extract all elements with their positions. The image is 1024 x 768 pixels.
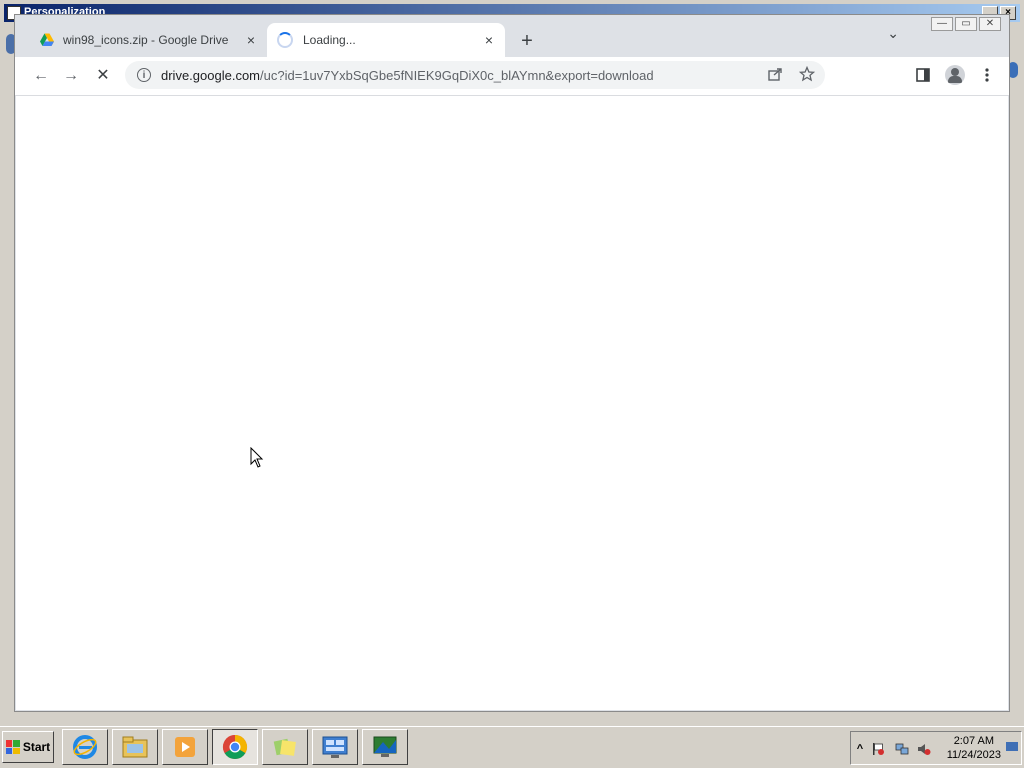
start-button[interactable]: Start (2, 731, 54, 763)
personalization-button[interactable] (362, 729, 408, 765)
clock-time: 2:07 AM (953, 735, 995, 747)
google-drive-icon (40, 33, 54, 46)
tab-strip: win98_icons.zip - Google Drive × Loading… (15, 23, 1009, 57)
clock[interactable]: 2:07 AM 11/24/2023 (947, 734, 1001, 762)
chrome-icon (222, 735, 248, 760)
media-player-button[interactable] (162, 729, 208, 765)
folder-icon (122, 736, 148, 758)
bookmark-star-icon[interactable] (799, 66, 815, 82)
sticky-notes-icon (273, 738, 296, 756)
url-text[interactable]: drive.google.com/uc?id=1uv7YxbSqGbe5fNIE… (161, 68, 654, 83)
tab-close-icon[interactable]: × (243, 32, 259, 48)
browser-window: — ▭ ✕ win98_icons.zip - Google Drive × L… (14, 14, 1010, 712)
taskbar: Start ^ 2:07 AM 11/24/2023 (0, 726, 1024, 768)
back-button[interactable]: ← (31, 66, 51, 86)
clock-date: 11/24/2023 (946, 749, 1001, 761)
url-path: /uc?id=1uv7YxbSqGbe5fNIEK9GqDiX0c_blAYmn… (260, 67, 654, 83)
system-tray: ^ 2:07 AM 11/24/2023 (850, 731, 1022, 765)
side-panel-icon[interactable] (915, 67, 931, 83)
loading-spinner-icon (277, 32, 293, 48)
tab-google-drive[interactable]: win98_icons.zip - Google Drive × (31, 23, 267, 57)
forward-button[interactable]: → (61, 66, 81, 86)
show-desktop-icon[interactable] (1005, 740, 1019, 754)
tab-search-chevron-icon[interactable]: ⌄ (887, 25, 899, 42)
tray-expand-chevron-icon[interactable]: ^ (853, 742, 867, 756)
browser-toolbar: ← → ✕ i drive.google.com/uc?id=1uv7YxbSq… (15, 57, 1009, 96)
more-menu-icon[interactable] (979, 67, 995, 83)
personalization-icon (373, 736, 397, 757)
volume-muted-icon[interactable] (917, 742, 931, 756)
mouse-cursor-icon (250, 447, 264, 468)
stop-loading-button[interactable]: ✕ (93, 66, 113, 86)
toolbar-right (915, 65, 995, 85)
share-icon[interactable] (767, 66, 783, 82)
chrome-button[interactable] (212, 729, 258, 765)
new-tab-button[interactable]: + (515, 31, 539, 51)
tab-loading[interactable]: Loading... × (267, 23, 505, 57)
internet-explorer-button[interactable] (62, 729, 108, 765)
tab-close-icon[interactable]: × (481, 32, 497, 48)
internet-explorer-icon (73, 735, 97, 759)
omnibox-actions (767, 66, 815, 82)
control-panel-button[interactable] (312, 729, 358, 765)
action-center-flag-icon[interactable] (871, 742, 885, 756)
address-bar[interactable]: i drive.google.com/uc?id=1uv7YxbSqGbe5fN… (125, 61, 825, 89)
site-info-icon[interactable]: i (137, 68, 151, 82)
media-player-icon (175, 737, 195, 757)
network-icon[interactable] (895, 742, 909, 756)
windows-logo-icon (5, 740, 20, 754)
sticky-notes-button[interactable] (262, 729, 308, 765)
profile-avatar-icon[interactable] (945, 65, 965, 85)
start-label: Start (22, 740, 51, 754)
control-panel-icon (322, 736, 348, 758)
file-explorer-button[interactable] (112, 729, 158, 765)
url-domain: drive.google.com (161, 67, 260, 83)
tab-title: win98_icons.zip - Google Drive (63, 33, 229, 47)
tab-title: Loading... (303, 33, 356, 47)
page-content (16, 96, 1008, 710)
